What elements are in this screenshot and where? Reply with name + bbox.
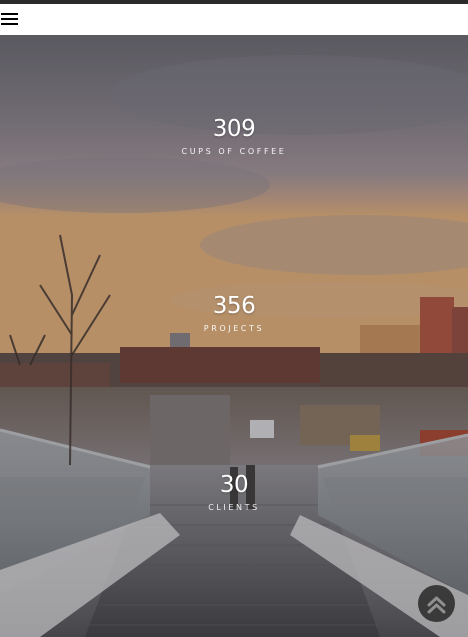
navbar: [0, 4, 468, 35]
stat-clients: 30 CLIENTS: [0, 472, 468, 514]
menu-bar: [1, 18, 18, 20]
stat-label: CLIENTS: [208, 503, 260, 512]
menu-bar: [1, 23, 18, 25]
hamburger-menu-icon[interactable]: [1, 11, 19, 28]
stat-value: 356: [212, 293, 256, 319]
stat-value: 30: [219, 472, 249, 498]
stat-cups-of-coffee: 309 CUPS OF COFFEE: [0, 116, 468, 158]
chevron-up-double-icon: [427, 596, 446, 614]
stat-value: 309: [212, 116, 256, 142]
stat-label: CUPS OF COFFEE: [181, 147, 287, 156]
stat-label: PROJECTS: [203, 324, 265, 333]
scroll-to-top-button[interactable]: [418, 585, 455, 622]
stat-projects: 356 PROJECTS: [0, 293, 468, 335]
hero-background: 309 CUPS OF COFFEE 356 PROJECTS 30 CLIEN…: [0, 35, 468, 637]
menu-bar: [1, 13, 18, 15]
